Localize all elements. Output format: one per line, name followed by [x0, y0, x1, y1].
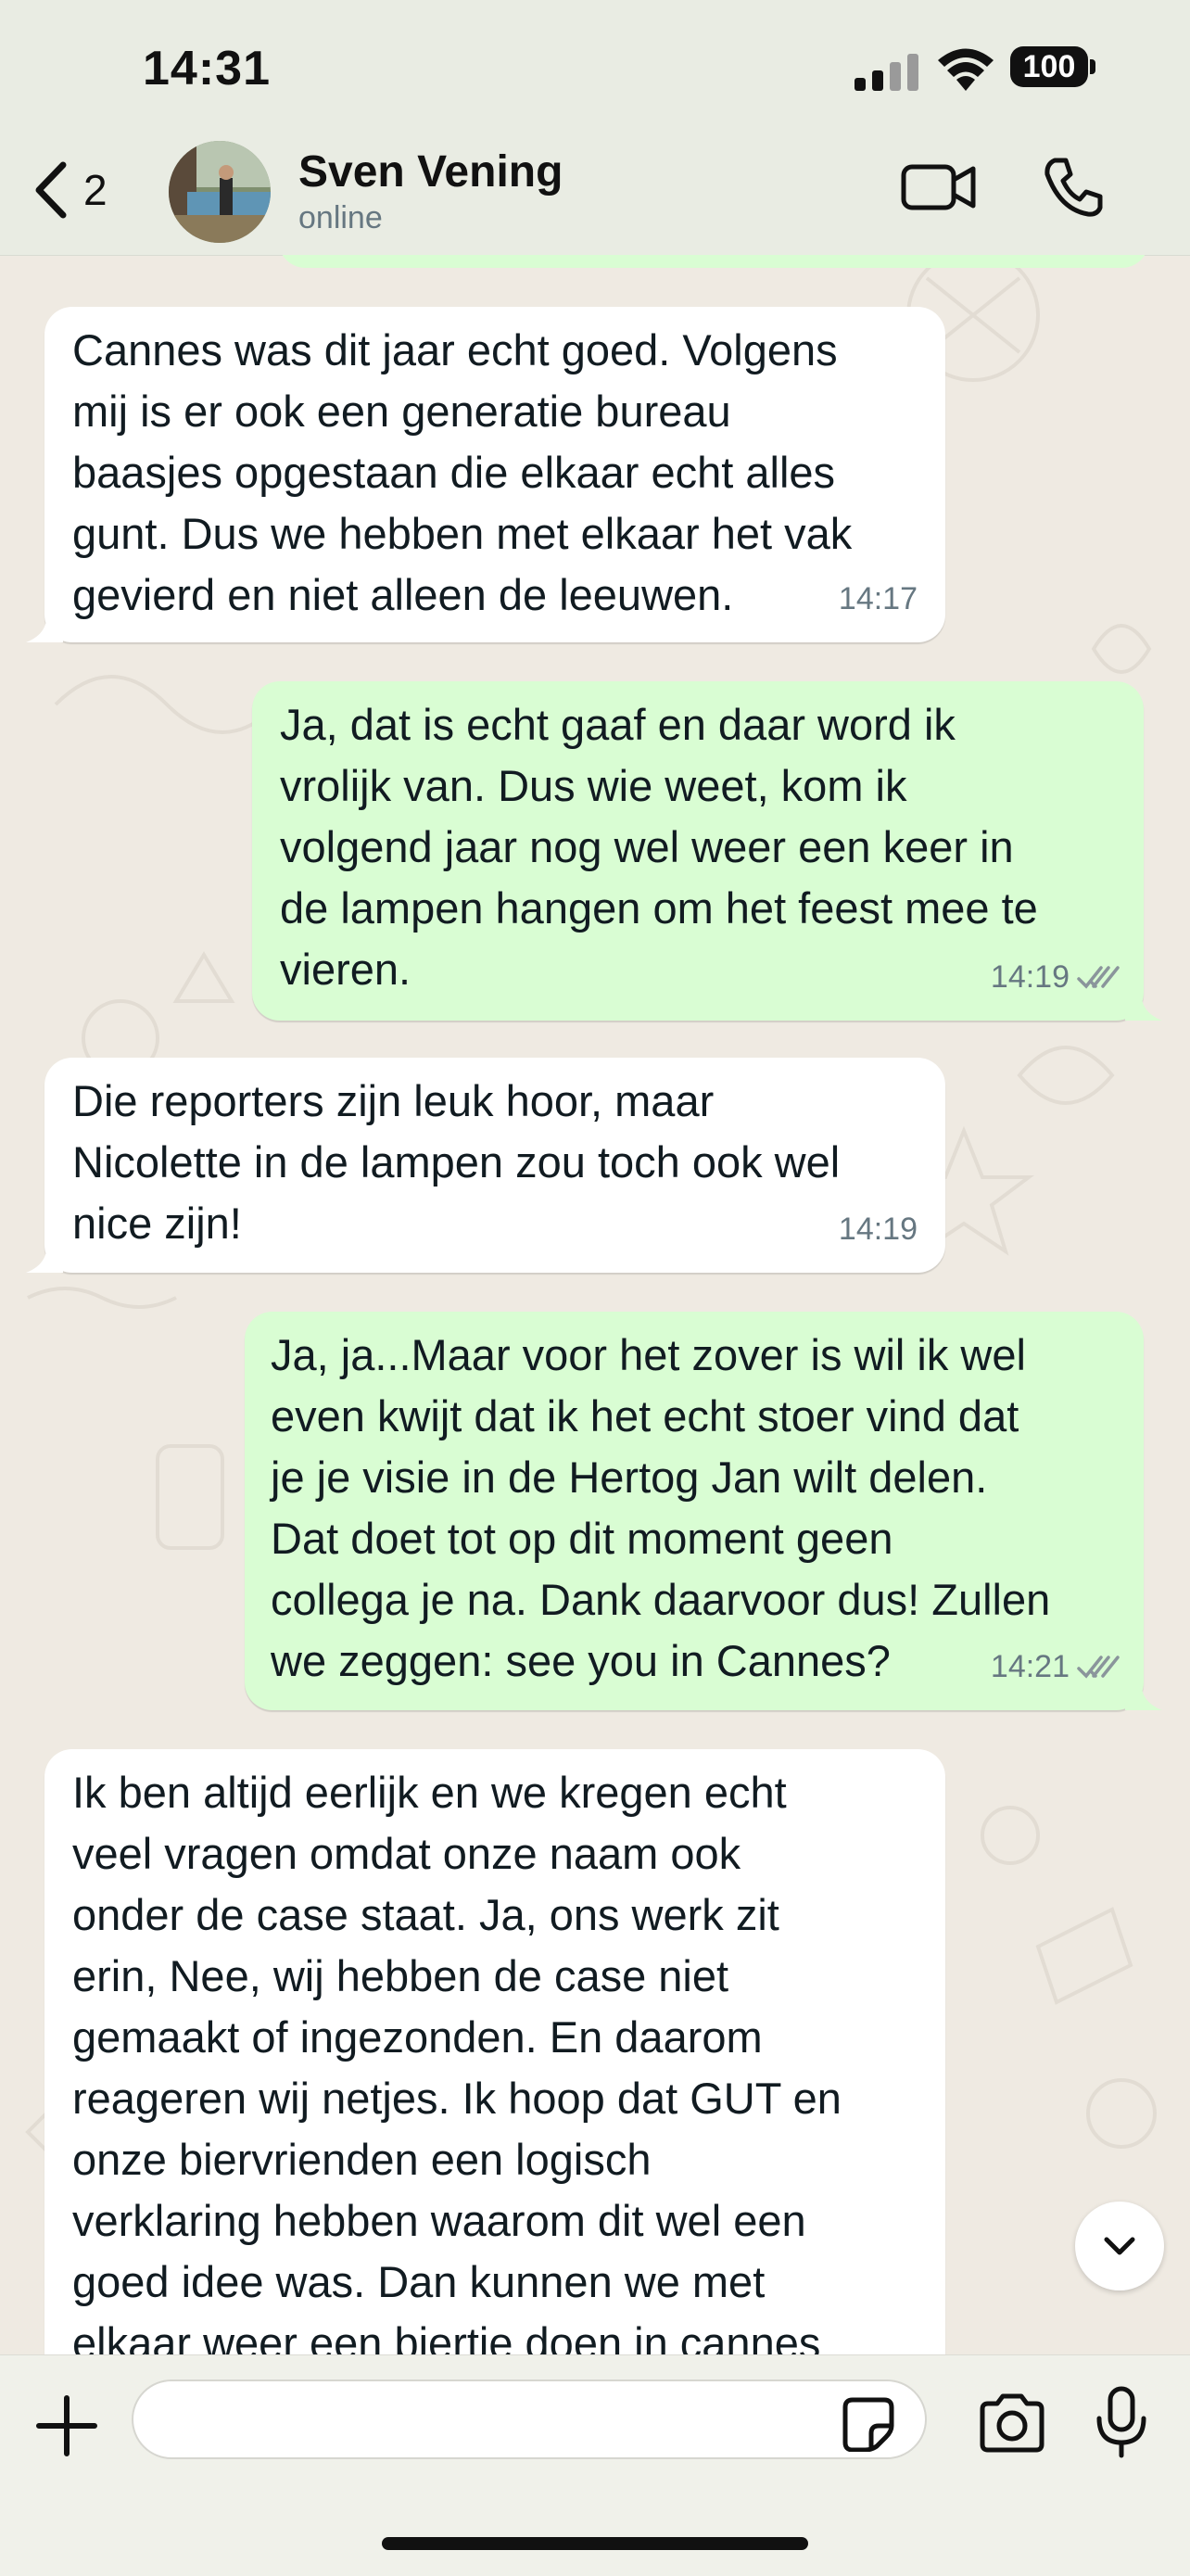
wifi-icon	[938, 48, 994, 91]
status-bar: 14:31 100	[0, 0, 1190, 139]
chat-header: 2 Sven Vening online	[0, 139, 1190, 256]
message-time: 14:19	[991, 946, 1121, 1008]
status-time: 14:31	[143, 42, 271, 95]
bubble-tail	[26, 609, 63, 642]
chevron-down-icon	[1104, 2237, 1135, 2255]
microphone-icon[interactable]	[1094, 2385, 1149, 2459]
home-indicator	[382, 2537, 808, 2550]
avatar[interactable]	[169, 141, 271, 243]
message-time: 14:21	[991, 1636, 1121, 1697]
message-bubble-incoming[interactable]: Cannes was dit jaar echt goed. Volgens m…	[44, 307, 945, 642]
chevron-left-icon	[35, 161, 67, 219]
phone-icon[interactable]	[1042, 156, 1105, 219]
double-check-icon	[1077, 1656, 1120, 1679]
bubble-tail	[1125, 1677, 1162, 1710]
message-bubble-outgoing[interactable]: Ja, dat is echt gaaf en daar word ik vro…	[252, 681, 1144, 1021]
video-camera-icon[interactable]	[901, 159, 977, 215]
contact-status: online	[298, 200, 383, 235]
message-composer	[0, 2354, 1190, 2576]
double-check-icon	[1077, 966, 1120, 989]
cellular-signal-icon	[855, 54, 918, 91]
battery-icon: 100	[1010, 46, 1099, 91]
message-time: 14:17	[838, 581, 918, 616]
message-bubble-incoming[interactable]: Die reporters zijn leuk hoor, maar Nicol…	[44, 1058, 945, 1273]
message-input[interactable]	[132, 2379, 927, 2459]
previous-message-bubble	[278, 255, 1149, 268]
unread-chats-count: 2	[83, 166, 108, 214]
message-text: Cannes was dit jaar echt goed. Volgens m…	[72, 325, 853, 619]
sticker-icon[interactable]	[840, 2394, 897, 2452]
message-time: 14:19	[838, 1212, 918, 1247]
bubble-tail	[1125, 987, 1162, 1021]
message-text: Ik ben altijd eerlijk en we kregen echt …	[72, 1768, 842, 2354]
contact-name[interactable]: Sven Vening	[298, 146, 563, 197]
message-bubble-outgoing[interactable]: Ja, ja...Maar voor het zover is wil ik w…	[245, 1312, 1144, 1710]
bubble-tail	[26, 1239, 63, 1273]
avatar-photo	[169, 141, 271, 243]
plus-icon[interactable]	[33, 2392, 100, 2459]
message-list[interactable]: Cannes was dit jaar echt goed. Volgens m…	[0, 255, 1190, 2354]
scroll-to-bottom-button[interactable]	[1075, 2202, 1164, 2290]
message-text: Die reporters zijn leuk hoor, maar Nicol…	[72, 1076, 841, 1248]
battery-level: 100	[1010, 46, 1088, 87]
back-button[interactable]: 2	[28, 158, 108, 222]
camera-icon[interactable]	[977, 2392, 1047, 2454]
message-bubble-incoming[interactable]: Ik ben altijd eerlijk en we kregen echt …	[44, 1749, 945, 2354]
